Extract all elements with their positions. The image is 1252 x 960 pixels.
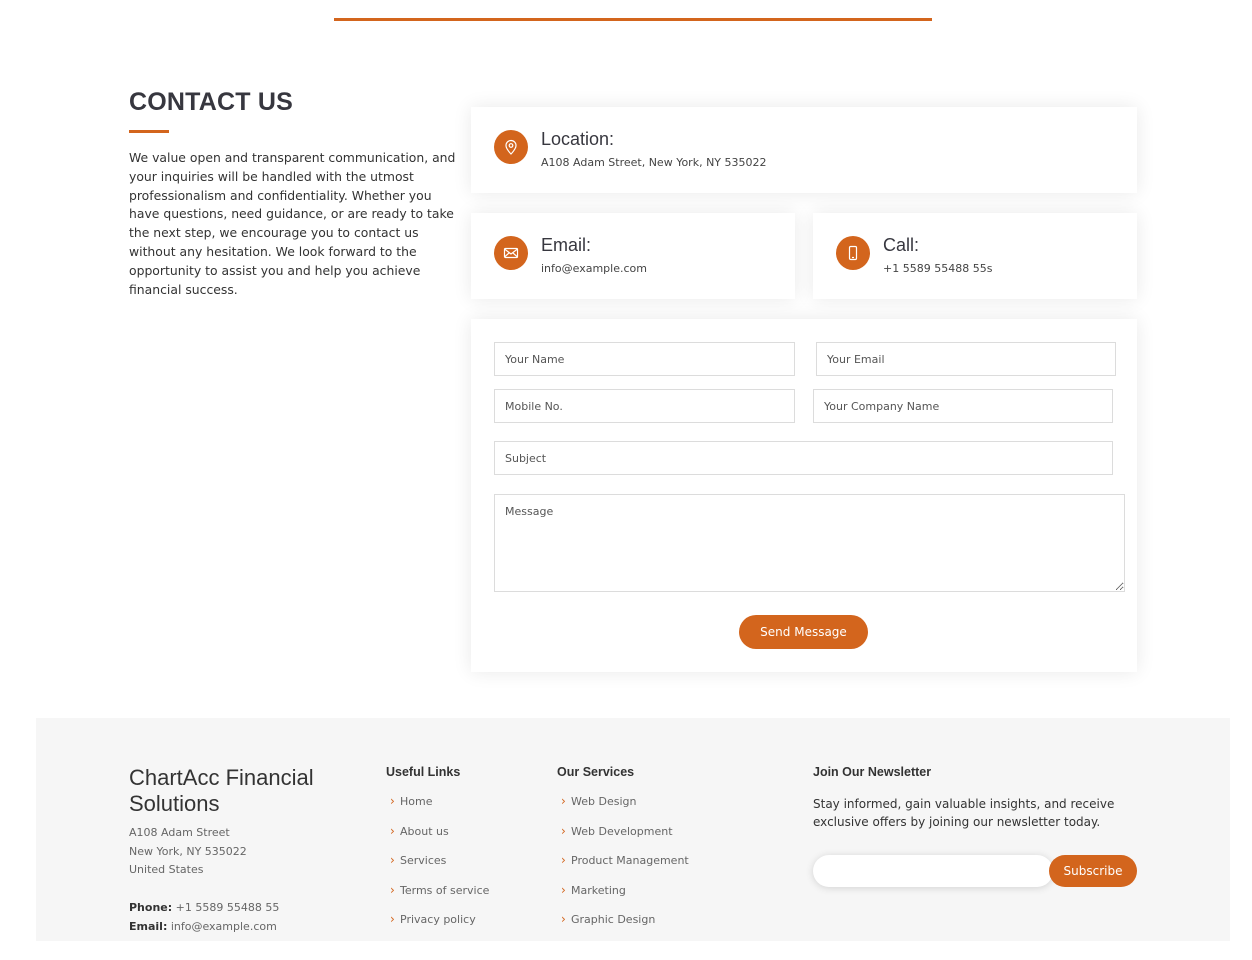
- envelope-icon: [494, 236, 528, 270]
- service-link-product-management[interactable]: › Product Management: [557, 854, 689, 884]
- chevron-right-icon: ›: [561, 912, 566, 926]
- site-footer: ChartAcc Financial Solutions A108 Adam S…: [36, 718, 1230, 941]
- address-line: A108 Adam Street: [129, 826, 230, 839]
- footer-link-about[interactable]: › About us: [386, 823, 489, 855]
- contact-form: Send Message: [471, 319, 1137, 672]
- title-underline: [129, 130, 169, 133]
- map-pin-icon: [494, 130, 528, 164]
- chevron-right-icon: ›: [561, 853, 566, 867]
- useful-links-title: Useful Links: [386, 765, 461, 779]
- newsletter-text: Stay informed, gain valuable insights, a…: [813, 797, 1115, 829]
- phone-label: Phone:: [129, 901, 173, 914]
- service-link-marketing[interactable]: › Marketing: [557, 882, 689, 914]
- footer-email[interactable]: info@example.com: [171, 920, 277, 933]
- phone-icon: [836, 236, 870, 270]
- location-card: Location: A108 Adam Street, New York, NY…: [471, 107, 1137, 193]
- newsletter-title: Join Our Newsletter: [813, 765, 932, 779]
- subscribe-button[interactable]: Subscribe: [1049, 855, 1137, 887]
- address-line: United States: [129, 863, 204, 877]
- email-label: Email:: [129, 919, 168, 933]
- subject-input[interactable]: [494, 441, 1113, 475]
- call-value: +1 5589 55488 55s: [883, 262, 993, 275]
- company-input[interactable]: [813, 389, 1113, 423]
- footer-link-services[interactable]: › Services: [386, 854, 489, 884]
- chevron-right-icon: ›: [390, 794, 395, 808]
- call-card: Call: +1 5589 55488 55s: [813, 213, 1137, 299]
- email-input[interactable]: [816, 342, 1116, 376]
- chevron-right-icon: ›: [390, 823, 395, 838]
- footer-address: A108 Adam Street New York, NY 535022 Uni…: [129, 824, 247, 880]
- footer-contact: Phone: +1 5589 55488 55 Email: info@exam…: [129, 899, 279, 936]
- email-value: info@example.com: [541, 262, 647, 275]
- service-link-graphic-design[interactable]: › Graphic Design: [557, 913, 689, 943]
- location-title: Location:: [541, 129, 615, 149]
- contact-intro: We value open and transparent communicat…: [129, 150, 456, 297]
- name-input[interactable]: [494, 342, 795, 376]
- chevron-right-icon: ›: [390, 882, 395, 897]
- chevron-right-icon: ›: [561, 794, 566, 808]
- email-card: Email: info@example.com: [471, 213, 795, 299]
- footer-link-home[interactable]: › Home: [386, 795, 489, 825]
- footer-brand: ChartAcc Financial Solutions: [129, 765, 314, 816]
- send-message-button[interactable]: Send Message: [739, 615, 868, 649]
- message-textarea[interactable]: [494, 494, 1125, 592]
- footer-phone: +1 5589 55488 55: [175, 901, 280, 914]
- newsletter-email-input[interactable]: [813, 855, 1053, 887]
- page-title: CONTACT US: [129, 88, 294, 116]
- call-title: Call:: [883, 235, 920, 255]
- services-list: › Web Design › Web Development › Product Ma…: [557, 795, 689, 943]
- chevron-right-icon: ›: [561, 882, 566, 897]
- service-link-web-development[interactable]: › Web Development: [557, 823, 689, 855]
- chevron-right-icon: ›: [390, 853, 395, 867]
- location-value: A108 Adam Street, New York, NY 535022: [541, 156, 767, 169]
- chevron-right-icon: ›: [561, 823, 566, 838]
- email-title: Email:: [541, 235, 592, 255]
- chevron-right-icon: ›: [390, 912, 395, 926]
- address-line: New York, NY 535022: [129, 844, 247, 858]
- footer-link-terms[interactable]: › Terms of service: [386, 882, 489, 914]
- footer-link-privacy[interactable]: › Privacy policy: [386, 913, 489, 943]
- newsletter-form: Subscribe: [813, 855, 1137, 887]
- useful-links-list: › Home › About us › Services › Terms of serv…: [386, 795, 489, 943]
- mobile-input[interactable]: [494, 389, 795, 423]
- service-link-web-design[interactable]: › Web Design: [557, 795, 689, 825]
- top-divider: [334, 18, 932, 21]
- services-title: Our Services: [557, 765, 635, 779]
